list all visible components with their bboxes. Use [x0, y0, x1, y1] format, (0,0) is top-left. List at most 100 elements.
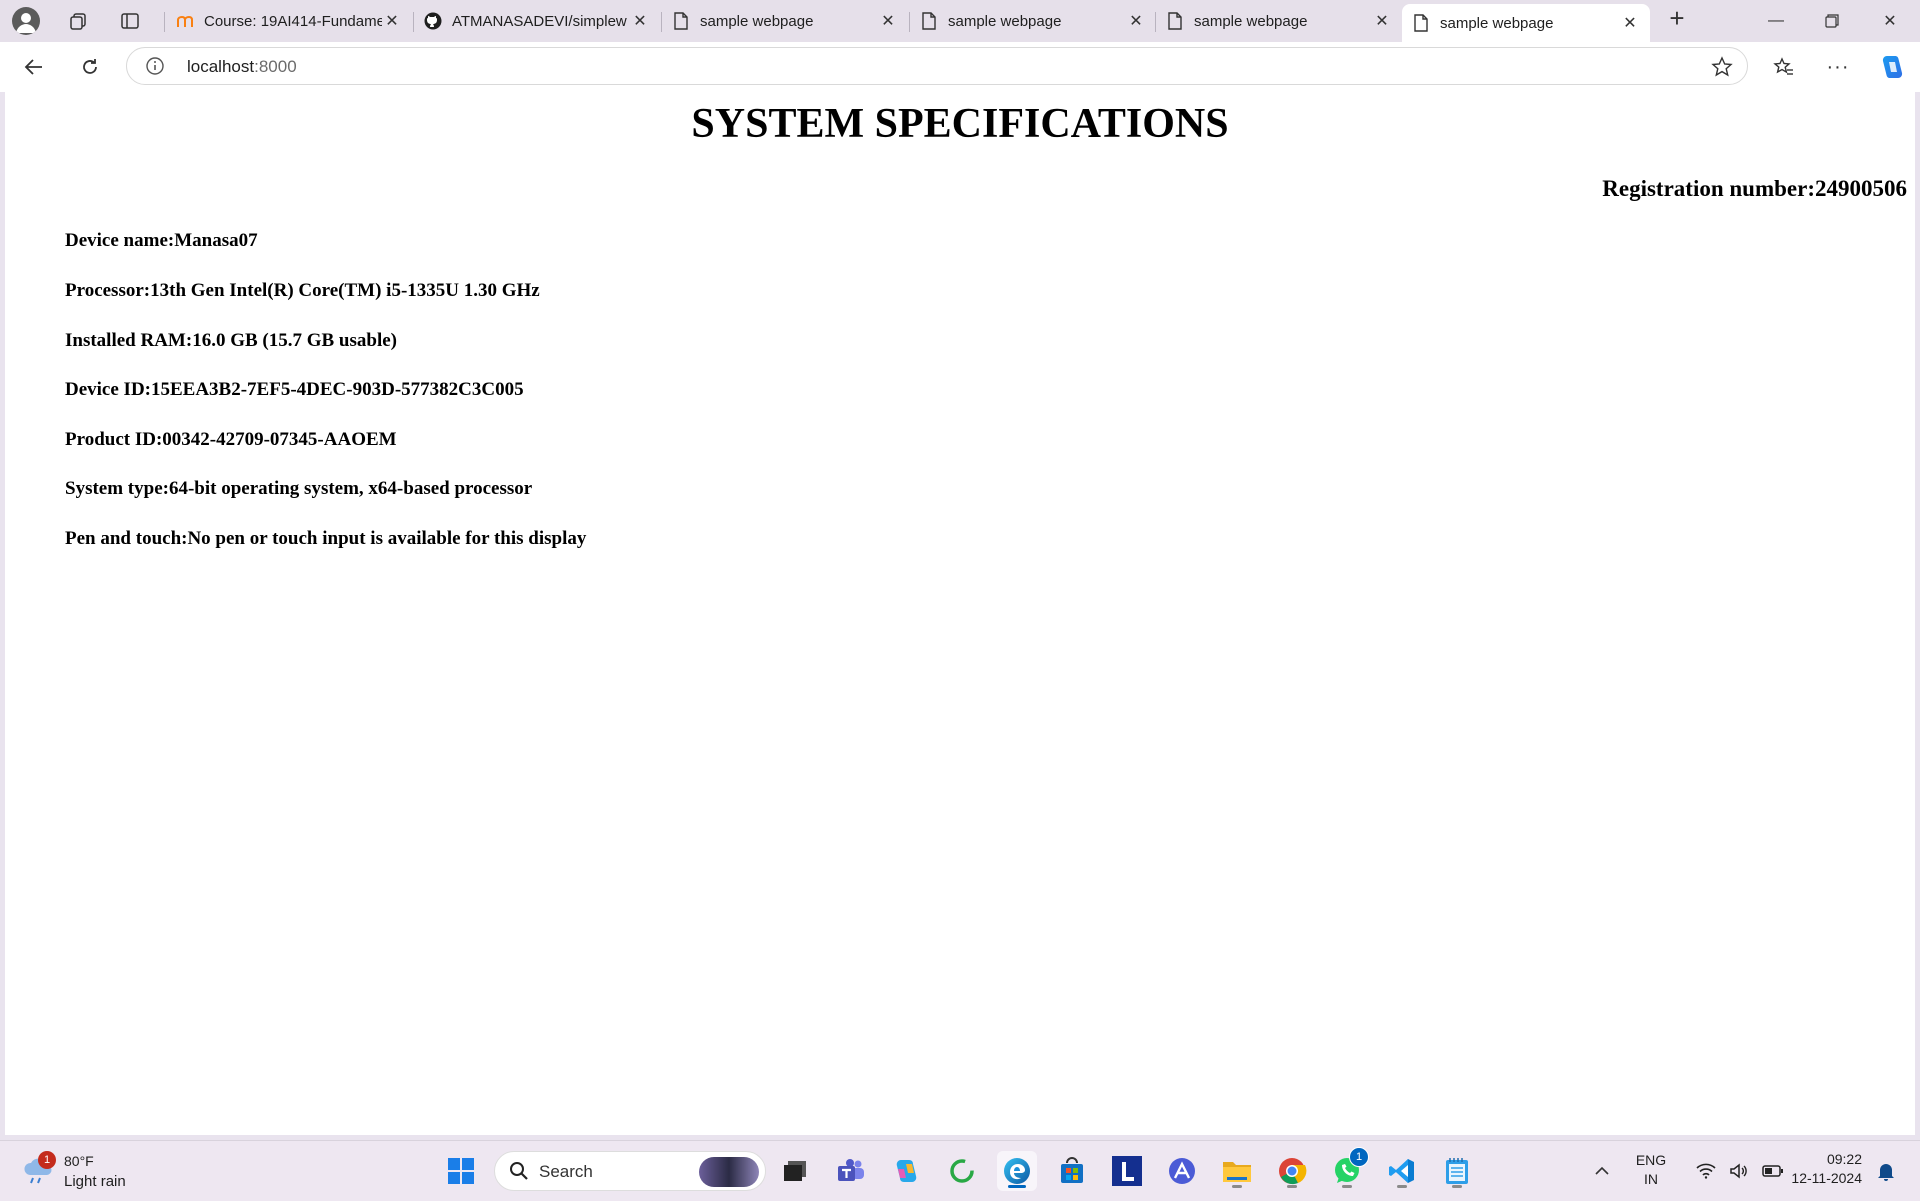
tab-title: ATMANASADEVI/simplew — [452, 12, 627, 30]
tab-sample-2[interactable]: sample webpage ✕ — [910, 4, 1156, 38]
minimize-icon: — — [1768, 12, 1784, 29]
tab-close-icon[interactable]: ✕ — [630, 11, 650, 31]
tab-title: sample webpage — [1440, 14, 1554, 32]
notification-bell-icon — [1878, 1164, 1894, 1181]
weather-temperature: 80°F — [64, 1153, 94, 1169]
clock-time: 09:22 — [1826, 1151, 1862, 1167]
running-app-indicator — [1287, 1185, 1297, 1188]
taskbar-chrome[interactable] — [1272, 1151, 1312, 1191]
taskbar-edge[interactable] — [997, 1151, 1037, 1191]
running-app-indicator — [1342, 1185, 1352, 1188]
tab-title: sample webpage — [700, 12, 814, 30]
site-info-icon[interactable] — [145, 56, 165, 76]
search-icon — [510, 1162, 528, 1180]
microsoft-store-icon — [1061, 1157, 1083, 1183]
vscode-icon — [1389, 1159, 1414, 1183]
refresh-button[interactable] — [74, 51, 106, 83]
tab-close-icon[interactable]: ✕ — [1126, 11, 1146, 31]
profile-avatar-icon — [12, 7, 40, 35]
search-placeholder: Search — [539, 1162, 593, 1181]
tab-sample-active[interactable]: sample webpage ✕ — [1402, 4, 1650, 42]
clock[interactable]: 09:22 12-11-2024 — [1782, 1151, 1862, 1186]
battery-icon — [1761, 1165, 1783, 1177]
vertical-tabs-icon — [121, 13, 139, 29]
new-tab-button[interactable]: + — [1662, 3, 1692, 34]
settings-more-button[interactable]: ··· — [1822, 51, 1854, 83]
url-host: localhost — [187, 57, 255, 76]
taskbar-task-view[interactable] — [775, 1151, 815, 1191]
workspaces-icon — [70, 13, 86, 30]
tab-actions-button[interactable] — [112, 3, 148, 39]
active-app-indicator — [1008, 1185, 1026, 1188]
windows-start-icon — [448, 1158, 474, 1184]
taskbar-file-explorer[interactable] — [1217, 1151, 1257, 1191]
search-highlight-image — [699, 1157, 759, 1187]
page-icon — [672, 12, 690, 30]
navigation-bar: localhost:8000 ··· — [0, 42, 1920, 92]
tab-close-icon[interactable]: ✕ — [382, 11, 402, 31]
tab-separator — [164, 12, 165, 32]
tab-close-icon[interactable]: ✕ — [878, 11, 898, 31]
language-indicator[interactable]: ENG IN — [1628, 1152, 1674, 1187]
minimize-button[interactable]: — — [1748, 0, 1804, 42]
weather-widget[interactable]: 1 80°F Light rain — [22, 1151, 142, 1191]
volume-icon — [1730, 1163, 1747, 1179]
moodle-icon — [176, 12, 194, 30]
taskbar-notepad[interactable] — [1437, 1151, 1477, 1191]
back-button[interactable] — [18, 51, 50, 83]
registration-number: Registration number:24900506 — [1602, 176, 1907, 201]
spec-product-id: Product ID:00342-42709-07345-AAOEM — [65, 429, 397, 450]
start-button[interactable] — [441, 1151, 481, 1191]
spec-pen-touch: Pen and touch:No pen or touch input is a… — [65, 528, 587, 549]
page-icon — [1166, 12, 1184, 30]
close-window-button[interactable]: ✕ — [1862, 0, 1918, 42]
address-bar[interactable]: localhost:8000 — [126, 47, 1748, 85]
tab-course[interactable]: Course: 19AI414-Fundame ✕ — [166, 4, 412, 38]
restore-icon — [1825, 14, 1839, 28]
tab-sample-3[interactable]: sample webpage ✕ — [1156, 4, 1402, 38]
taskbar-app-ring[interactable] — [942, 1151, 982, 1191]
favorites-icon — [1773, 57, 1793, 75]
tab-sample-1[interactable]: sample webpage ✕ — [662, 4, 908, 38]
tab-strip: Course: 19AI414-Fundame ✕ ATMANASADEVI/s… — [0, 0, 1920, 42]
tab-title: sample webpage — [948, 12, 1062, 30]
taskbar-vscode[interactable] — [1382, 1151, 1422, 1191]
page-viewport: SYSTEM SPECIFICATIONS Registration numbe… — [5, 92, 1915, 1135]
tab-close-icon[interactable]: ✕ — [1620, 13, 1640, 33]
chevron-up-icon — [1595, 1166, 1609, 1175]
show-hidden-icons-button[interactable] — [1582, 1151, 1622, 1191]
task-view-icon — [784, 1161, 806, 1181]
workspaces-button[interactable] — [60, 3, 96, 39]
running-app-indicator — [1232, 1185, 1242, 1188]
url-port: :8000 — [254, 57, 297, 76]
notifications-button[interactable] — [1866, 1151, 1906, 1191]
chrome-icon — [1279, 1158, 1307, 1185]
refresh-icon — [83, 59, 97, 74]
restore-button[interactable] — [1804, 0, 1860, 42]
taskbar-search[interactable]: Search — [494, 1151, 766, 1191]
notepad-icon — [1446, 1158, 1468, 1184]
tab-title: Course: 19AI414-Fundame — [204, 12, 382, 30]
url-text[interactable]: localhost:8000 — [187, 57, 297, 77]
copilot-button[interactable] — [1876, 51, 1908, 83]
l-app-icon — [1112, 1156, 1142, 1186]
favorites-button[interactable] — [1768, 51, 1800, 83]
taskbar-a-app[interactable] — [1162, 1151, 1202, 1191]
tab-close-icon[interactable]: ✕ — [1372, 11, 1392, 31]
spec-processor: Processor:13th Gen Intel(R) Core(TM) i5-… — [65, 280, 540, 301]
taskbar-teams[interactable] — [831, 1151, 871, 1191]
taskbar-store[interactable] — [1052, 1151, 1092, 1191]
taskbar-whatsapp[interactable]: 1 — [1327, 1147, 1369, 1191]
taskbar-copilot[interactable] — [886, 1151, 926, 1191]
page-icon — [1412, 14, 1430, 32]
tab-github[interactable]: ATMANASADEVI/simplew ✕ — [414, 4, 660, 38]
profile-button[interactable] — [8, 3, 44, 39]
quick-settings-button[interactable] — [1690, 1151, 1790, 1191]
back-arrow-icon — [24, 59, 42, 75]
more-dots-icon: ··· — [1826, 55, 1850, 78]
taskbar-l-app[interactable] — [1107, 1151, 1147, 1191]
favorite-star-icon[interactable] — [1711, 56, 1733, 78]
notification-badge: 1 — [1349, 1147, 1369, 1167]
weather-alert-badge: 1 — [38, 1151, 56, 1169]
spec-system-type: System type:64-bit operating system, x64… — [65, 478, 533, 499]
